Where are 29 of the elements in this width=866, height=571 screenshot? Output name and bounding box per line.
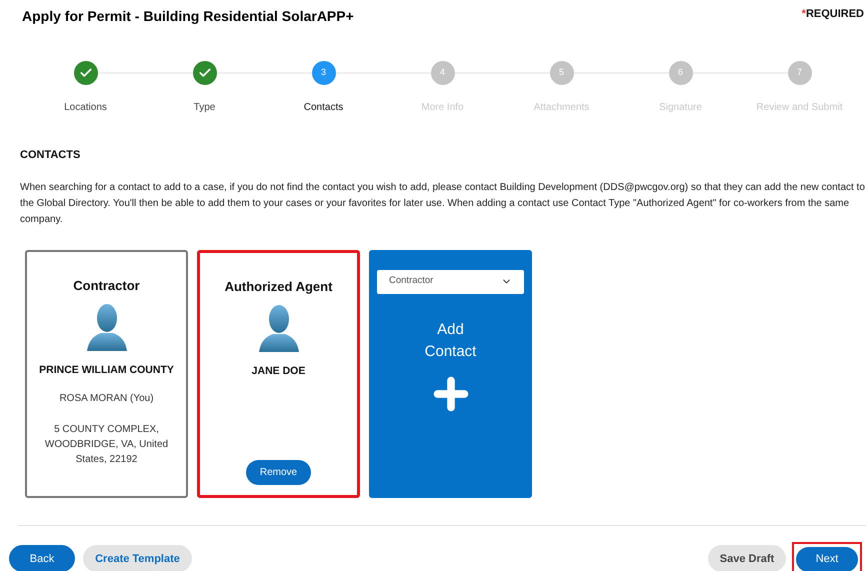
step-label: Locations bbox=[64, 101, 107, 115]
step-number: 6 bbox=[678, 66, 683, 80]
back-button[interactable]: Back bbox=[9, 545, 75, 571]
step-number: 4 bbox=[440, 66, 445, 80]
section-title: CONTACTS bbox=[20, 148, 82, 163]
contact-name: PRINCE WILLIAM COUNTY bbox=[39, 363, 174, 378]
step-label: Type bbox=[194, 101, 216, 115]
required-note: *REQUIRED bbox=[802, 7, 864, 22]
check-icon bbox=[198, 66, 212, 80]
step-number: 5 bbox=[558, 66, 564, 80]
next-button[interactable]: Next bbox=[796, 546, 858, 571]
create-template-button[interactable]: Create Template bbox=[83, 545, 192, 571]
instructions-text: When searching for a contact to add to a case, if you do not find the contact you wish to add, please contact Building Development (DDS@pwcgov.org) so that they can add the new contact to the Global Directory. You'll then be able to add them to your cases or your favorites for later use. When adding a contact use Contact Type "Authorized Agent" for co-workers from the same company. bbox=[20, 180, 866, 226]
step-number: 7 bbox=[796, 66, 802, 80]
contact-type: Authorized Agent bbox=[224, 278, 332, 296]
check-icon bbox=[78, 66, 92, 80]
contact-type-select[interactable]: Contractor bbox=[377, 270, 524, 294]
add-contact-label[interactable]: Add Contact bbox=[420, 318, 480, 362]
contact-person: ROSA MORAN (You) bbox=[59, 392, 154, 406]
step-label: Contacts bbox=[304, 101, 344, 115]
person-icon bbox=[256, 304, 300, 354]
contact-type: Contractor bbox=[73, 276, 140, 294]
contact-address: 5 COUNTY COMPLEX, WOODBRIDGE, VA, United States, 22192 bbox=[44, 422, 170, 467]
page-title: Apply for Permit - Building Residential SolarAPP+ bbox=[22, 7, 354, 26]
person-icon bbox=[84, 303, 128, 353]
remove-button[interactable]: Remove bbox=[246, 460, 312, 484]
contact-name: JANE DOE bbox=[252, 364, 306, 379]
step-number: 3 bbox=[320, 66, 326, 80]
save-draft-button[interactable]: Save Draft bbox=[708, 545, 786, 571]
